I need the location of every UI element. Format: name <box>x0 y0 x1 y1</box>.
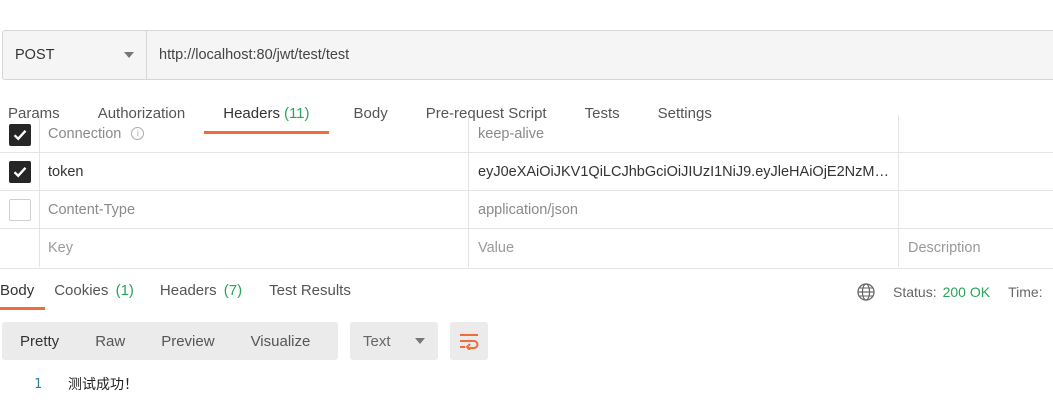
tab-label: Cookies <box>54 282 109 299</box>
url-text: http://localhost:80/jwt/test/test <box>159 47 350 63</box>
header-value: keep-alive <box>478 125 545 142</box>
wrap-lines-icon <box>460 334 479 350</box>
info-icon: i <box>131 127 145 140</box>
response-status: Status: 200 OK Time: <box>856 282 1043 302</box>
status-label: Status: <box>893 284 937 300</box>
status-value: 200 OK <box>942 284 991 300</box>
header-key-cell[interactable]: token <box>40 153 469 190</box>
line-number: 1 <box>34 376 42 392</box>
response-type-select[interactable]: Text <box>350 322 438 360</box>
tab-count: (7) <box>223 282 243 299</box>
new-key-input[interactable]: Key <box>40 229 469 267</box>
header-value-cell[interactable]: application/json <box>469 191 899 228</box>
time-label: Time: <box>1008 284 1043 300</box>
header-enabled-checkbox[interactable] <box>8 160 31 183</box>
response-body-line: 1 测试成功！ <box>0 372 138 396</box>
url-input[interactable]: http://localhost:80/jwt/test/test <box>147 31 1053 79</box>
header-value-cell[interactable]: keep-alive <box>469 115 899 152</box>
header-key: Content-Type <box>48 201 136 218</box>
format-selector: Pretty Raw Preview Visualize <box>2 322 338 360</box>
header-key: Connection <box>48 125 122 142</box>
header-description-cell[interactable] <box>899 115 1053 152</box>
format-raw-button[interactable]: Raw <box>77 333 143 350</box>
chevron-down-icon <box>415 338 425 344</box>
tab-label: Headers <box>159 282 217 299</box>
header-enabled-checkbox[interactable] <box>8 123 31 146</box>
checkmark-icon <box>13 166 26 178</box>
tab-test-results[interactable]: Test Results <box>269 278 351 310</box>
header-key-cell[interactable]: Connection i <box>40 115 469 152</box>
new-value-input[interactable]: Value <box>469 229 899 267</box>
tab-response-body[interactable]: Body <box>0 278 46 310</box>
value-placeholder: Value <box>478 240 515 256</box>
tab-count: (1) <box>115 282 134 299</box>
wrap-lines-button[interactable] <box>450 322 488 360</box>
tab-label: Body <box>0 282 35 299</box>
method-select[interactable]: POST <box>3 31 147 79</box>
divider <box>0 268 1053 269</box>
tab-cookies[interactable]: Cookies (1) <box>54 278 134 310</box>
tab-response-headers[interactable]: Headers (7) <box>160 278 242 310</box>
chevron-down-icon <box>124 52 134 58</box>
response-type-label: Text <box>363 332 391 350</box>
header-value: application/json <box>478 201 578 218</box>
header-description-cell[interactable] <box>899 153 1053 190</box>
header-value: eyJ0eXAiOiJKV1QiLCJhbGciOiJIUzI1NiJ9.eyJ… <box>478 163 890 180</box>
response-body-text: 测试成功！ <box>68 377 138 393</box>
method-label: POST <box>15 47 55 63</box>
header-description-cell[interactable] <box>899 191 1053 228</box>
header-key: token <box>48 163 84 180</box>
response-tabs: Body Cookies (1) Headers (7) Test Result… <box>0 278 351 310</box>
request-bar: POST http://localhost:80/jwt/test/test <box>2 30 1053 80</box>
format-pretty-button[interactable]: Pretty <box>2 333 77 350</box>
header-value-cell[interactable]: eyJ0eXAiOiJKV1QiLCJhbGciOiJIUzI1NiJ9.eyJ… <box>469 153 899 190</box>
format-preview-button[interactable]: Preview <box>143 333 232 350</box>
table-row: Content-Type application/json <box>0 191 1053 229</box>
checkmark-icon <box>13 129 26 141</box>
globe-icon[interactable] <box>856 282 876 302</box>
table-row: Connection i keep-alive <box>0 115 1053 153</box>
header-enabled-checkbox[interactable] <box>8 198 31 221</box>
header-key-cell[interactable]: Content-Type <box>40 191 469 228</box>
new-description-input[interactable]: Description <box>899 229 1053 267</box>
key-placeholder: Key <box>48 240 73 256</box>
description-placeholder: Description <box>908 240 981 256</box>
table-row: token eyJ0eXAiOiJKV1QiLCJhbGciOiJIUzI1Ni… <box>0 153 1053 191</box>
format-visualize-button[interactable]: Visualize <box>233 333 329 350</box>
table-row-new: Key Value Description <box>0 229 1053 267</box>
tab-label: Test Results <box>269 282 351 299</box>
